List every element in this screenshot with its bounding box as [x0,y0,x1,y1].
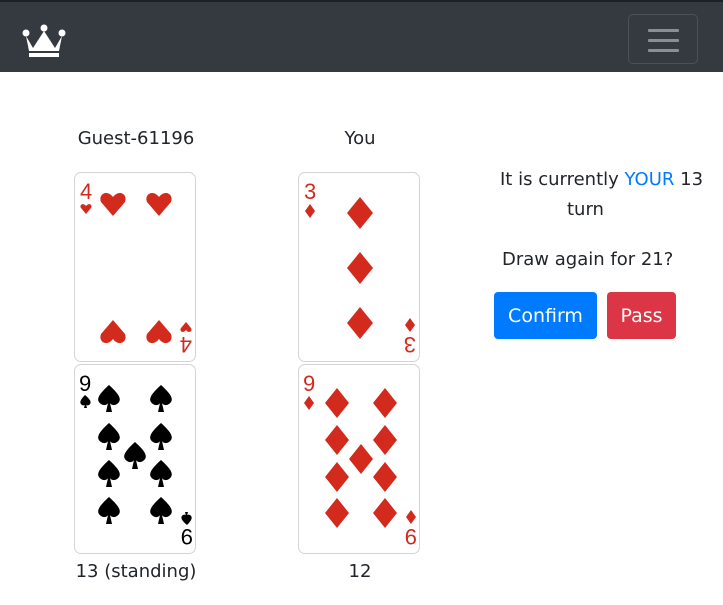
crown-icon[interactable] [22,24,66,58]
card-9-of-diamonds: 9 9 [298,364,420,554]
diamonds-icon: 3 3 [304,179,416,357]
spades-icon: 9 9 [79,371,193,549]
navbar-toggle-button[interactable] [628,14,698,64]
turn-status: It is currently YOUR 13 [500,169,704,190]
svg-text:3: 3 [304,179,316,204]
svg-text:9: 9 [405,524,417,549]
svg-text:4: 4 [80,179,92,204]
svg-text:9: 9 [303,371,315,396]
opponent-score: 13 (standing) [75,561,197,582]
svg-text:4: 4 [180,332,192,357]
pass-button[interactable]: Pass [607,292,676,339]
your-turn-highlight: YOUR [624,169,675,190]
card-4-of-hearts: 4 4 [74,172,196,362]
confirm-button[interactable]: Confirm [494,292,597,339]
navbar [0,0,723,72]
opponent-name: Guest-61196 [77,128,195,149]
svg-text:3: 3 [404,332,416,357]
svg-text:9: 9 [181,524,193,549]
turn-status-line2: turn [567,199,604,220]
hamburger-menu-icon [648,29,679,32]
card-3-of-diamonds: 3 3 [298,172,420,362]
card-9-of-spades: 9 9 [74,364,196,554]
you-label: You [344,128,376,149]
hearts-icon: 4 4 [80,179,192,357]
your-score: 12 [348,561,372,582]
draw-prompt: Draw again for 21? [502,249,674,270]
svg-text:9: 9 [79,371,91,396]
